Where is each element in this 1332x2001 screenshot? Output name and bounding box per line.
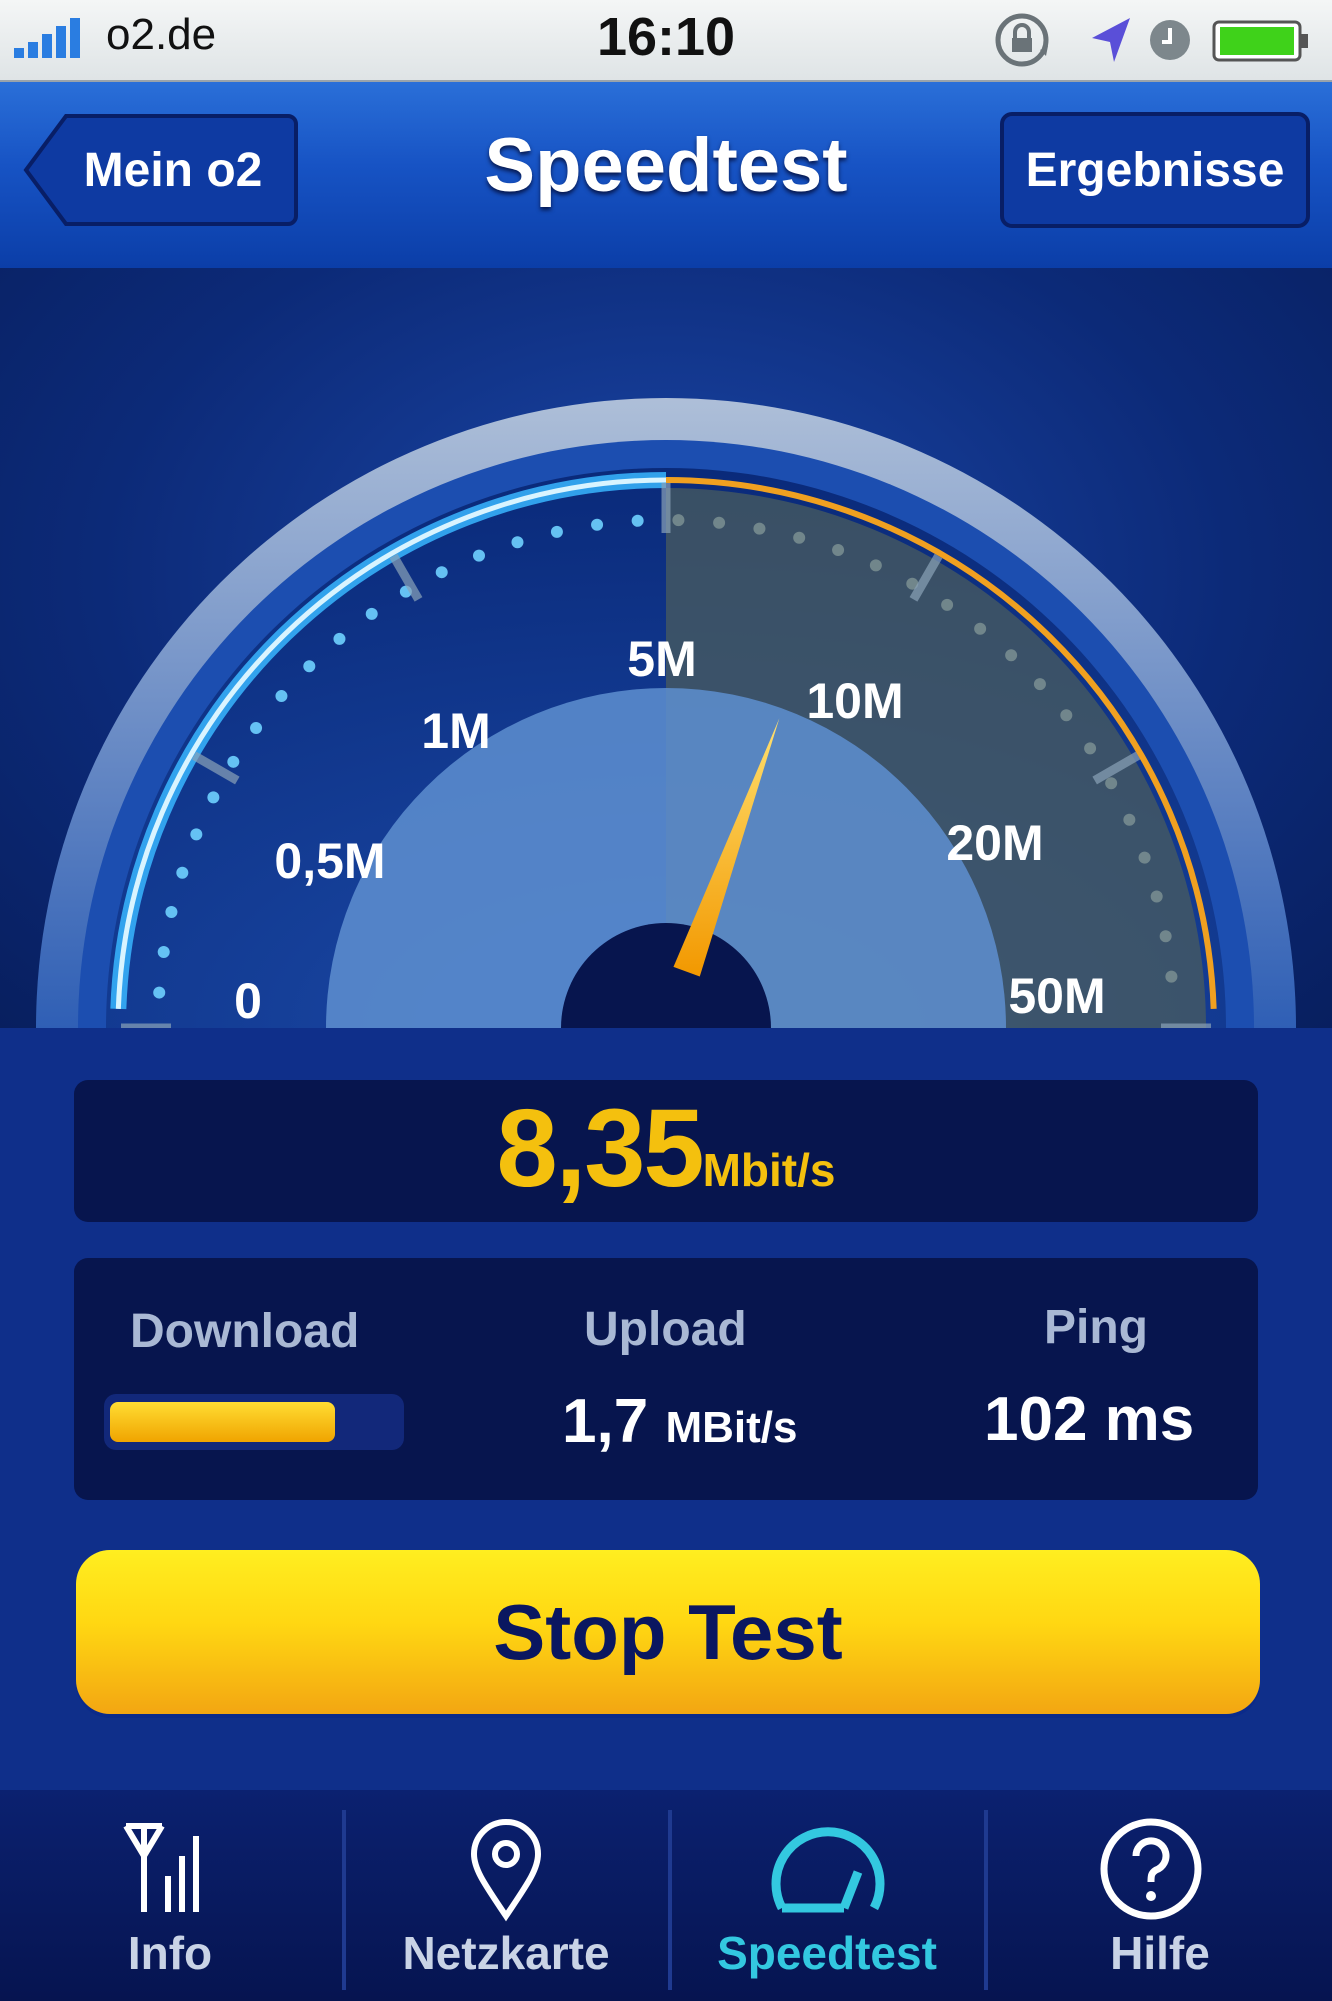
clock-icon	[1150, 20, 1190, 60]
gauge-tick-dot	[472, 549, 485, 562]
help-icon	[1100, 1818, 1202, 1920]
gauge-tick-dot	[511, 536, 524, 549]
gauge-tick-dot	[631, 514, 644, 527]
gauge-tick-dot	[550, 525, 563, 538]
speedometer-icon	[771, 1827, 885, 1913]
gauge-tick-dot	[941, 598, 954, 611]
results-button-label: Ergebnisse	[1025, 143, 1285, 197]
download-progress-fill	[110, 1402, 335, 1442]
gauge-label: 0,5M	[274, 833, 385, 889]
map-pin-icon	[470, 1819, 542, 1922]
upload-label: Upload	[584, 1303, 747, 1356]
stats-panel: Download Upload 1,7 MBit/s Ping 102 ms	[74, 1258, 1258, 1500]
gauge-tick-dot	[1060, 709, 1073, 722]
gauge-tick-dot	[591, 518, 604, 531]
tab-netzkarte[interactable]: Netzkarte	[346, 1790, 666, 2001]
upload-value: 1,7 MBit/s	[562, 1386, 797, 1457]
gauge-tick-dot	[1084, 742, 1097, 755]
gauge-tick-dot	[227, 755, 240, 768]
status-icons	[995, 13, 1308, 67]
speedometer: 0 0,5M 1M 5M 10M 20M 50M	[36, 398, 1296, 1028]
speed-gauge: 0 0,5M 1M 5M 10M 20M 50M	[0, 268, 1332, 1028]
upload-number: 1,7	[562, 1387, 649, 1456]
gauge-tick-dot	[176, 866, 189, 879]
download-label: Download	[130, 1305, 360, 1358]
gauge-tick-dot	[190, 828, 203, 841]
gauge-tick-dot	[869, 559, 882, 572]
tab-bar: Info Netzkarte Speedtest Hilfe	[0, 1790, 1332, 2001]
gauge-tick-dot	[793, 531, 806, 544]
gauge-tick-dot	[1150, 890, 1163, 903]
gauge-tick-dot	[303, 660, 316, 673]
gauge-tick-dot	[153, 986, 166, 999]
tab-label-hilfe: Hilfe	[1110, 1927, 1210, 1979]
gauge-tick-dot	[250, 721, 263, 734]
gauge-label: 20M	[946, 815, 1043, 871]
gauge-label: 5M	[627, 631, 696, 687]
gauge-label: 0	[234, 973, 262, 1028]
gauge-tick-dot	[435, 566, 448, 579]
gauge-label: 10M	[806, 673, 903, 729]
tab-speedtest[interactable]: Speedtest	[672, 1790, 982, 2001]
gauge-label: 50M	[1008, 968, 1105, 1024]
battery-icon	[1212, 20, 1308, 62]
ping-label: Ping	[1044, 1301, 1148, 1354]
tab-info[interactable]: Info	[0, 1790, 340, 2001]
gauge-tick-dot	[207, 791, 220, 804]
upload-unit: MBit/s	[665, 1403, 798, 1452]
gauge-tick-dot	[753, 522, 766, 535]
gauge-tick-dot	[1165, 970, 1178, 983]
status-bar: o2.de 16:10	[0, 0, 1332, 82]
gauge-label: 1M	[421, 703, 490, 759]
gauge-tick-dot	[713, 516, 726, 529]
tab-label-netzkarte: Netzkarte	[402, 1927, 610, 1979]
gauge-tick-dot	[1159, 930, 1172, 943]
antenna-icon	[123, 1823, 199, 1912]
gauge-tick-dot	[365, 607, 378, 620]
location-arrow-icon	[1092, 18, 1130, 62]
navigation-bar: Mein o2 Speedtest Ergebnisse	[0, 82, 1332, 268]
tab-hilfe[interactable]: Hilfe	[988, 1790, 1332, 2001]
speed-unit: Mbit/s	[702, 1144, 836, 1196]
rotation-lock-icon	[995, 13, 1049, 67]
gauge-tick-dot	[1033, 678, 1046, 691]
gauge-tick-dot	[1005, 649, 1018, 662]
ping-value: 102 ms	[984, 1385, 1195, 1454]
gauge-tick-dot	[672, 514, 685, 527]
results-button[interactable]: Ergebnisse	[1000, 112, 1310, 228]
speed-value: 8,35	[496, 1087, 705, 1210]
download-progress-bar	[104, 1394, 404, 1450]
stop-test-button[interactable]: Stop Test	[76, 1550, 1260, 1714]
gauge-tick-dot	[832, 544, 845, 557]
gauge-tick-dot	[974, 622, 987, 635]
gauge-tick-dot	[275, 690, 288, 703]
speed-result-panel: 8,35Mbit/s	[74, 1080, 1258, 1222]
gauge-tick-dot	[1105, 777, 1118, 790]
tab-label-info: Info	[127, 1927, 213, 1979]
gauge-tick-dot	[157, 946, 170, 959]
tab-label-speedtest: Speedtest	[717, 1927, 937, 1979]
gauge-tick-dot	[1138, 851, 1151, 864]
speed-result: 8,35Mbit/s	[74, 1094, 1258, 1225]
gauge-tick-dot	[333, 632, 346, 645]
gauge-tick-dot	[165, 905, 178, 918]
gauge-tick-dot	[1123, 813, 1136, 826]
